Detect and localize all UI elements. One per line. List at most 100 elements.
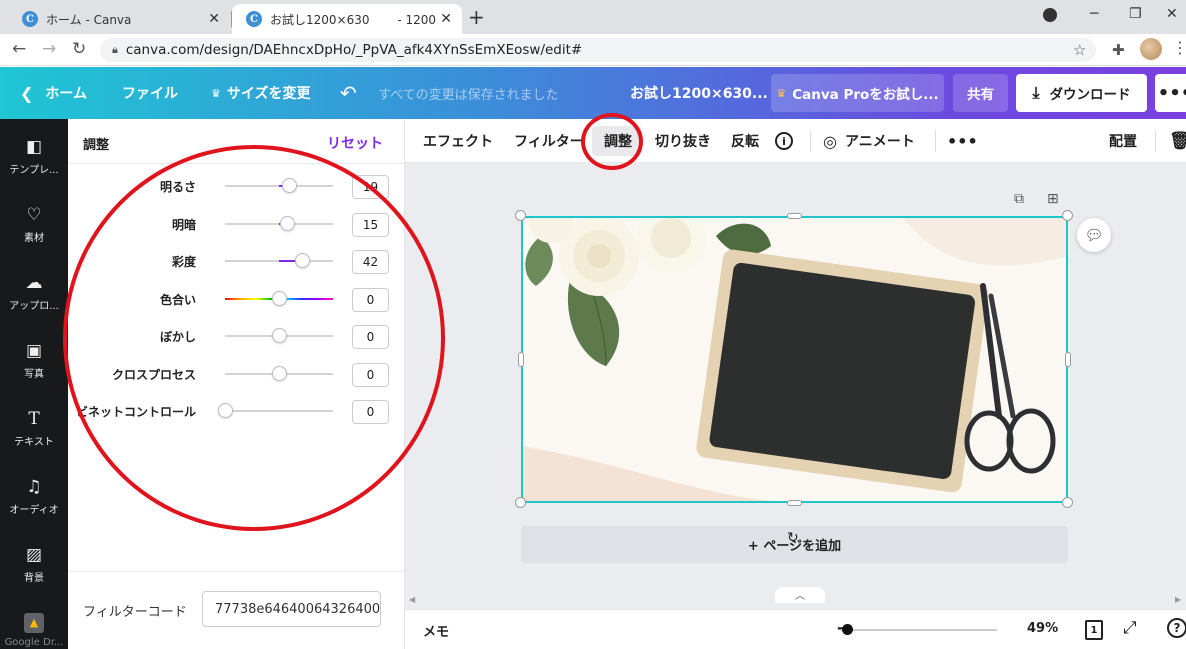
new-tab-button[interactable]: + [468,5,485,29]
try-pro-button[interactable]: ♛ Canva Proをお試し... [771,74,944,112]
image-toolbar: エフェクト フィルター 調整 切り抜き 反転 i ◎ アニメート ••• 配置 … [405,119,1186,163]
resize-button[interactable]: ♛ サイズを変更 [211,67,310,119]
filter-code-input[interactable]: 77738e646400643264000 [202,591,381,627]
template-icon: ◧ [25,137,43,157]
rail-item-uploads[interactable]: ☁ アップロ... [0,263,68,329]
animate-icon: ◎ [823,131,837,151]
extensions-icon[interactable]: ✚ [1112,41,1125,59]
duplicate-page-icon[interactable]: ⧉ [1014,191,1024,207]
rail-item-elements[interactable]: ♡ 素材 [0,195,68,261]
share-button[interactable]: 共有 [953,74,1008,112]
close-tab-icon[interactable]: ✕ [208,11,220,27]
fullscreen-icon[interactable]: ⤢ [1123,618,1137,638]
rail-item-templates[interactable]: ◧ テンプレ... [0,127,68,193]
add-page-icon[interactable]: ⊞ [1047,191,1059,207]
toolbar-divider [810,130,811,152]
browser-tab-bar: C ホーム - Canva ✕ C お試し1200×630 - 1200 ✕ +… [0,0,1186,34]
window-close-icon[interactable]: ✕ [1166,6,1178,22]
canva-favicon-icon: C [246,11,262,27]
scroll-left-icon[interactable]: ◀ [409,595,415,604]
rail-item-google-drive[interactable]: ▲ Google Dr... [0,603,68,649]
zoom-level[interactable]: 49% [1027,621,1058,636]
panel-title: 調整 [83,138,110,153]
file-menu-button[interactable]: ファイル [122,67,178,119]
rotate-icon[interactable]: ↻ [787,530,799,546]
resize-handle[interactable] [518,352,524,367]
rail-item-text[interactable]: T テキスト [0,399,68,465]
browser-tab-home[interactable]: C ホーム - Canva ✕ [8,4,230,34]
home-button[interactable]: ❮ ホーム [20,67,87,119]
restore-icon[interactable]: ❐ [1129,6,1142,22]
animate-button[interactable]: ◎ アニメート [823,119,915,163]
minimize-icon[interactable]: ─ [1090,6,1098,22]
document-title[interactable]: お試し1200×630... [630,83,768,103]
rail-label: 背景 [24,573,44,584]
flip-button[interactable]: 反転 [731,119,759,163]
annotation-circle-adjust-tab [581,113,643,170]
rail-item-photos[interactable]: ▣ 写真 [0,331,68,397]
audio-icon: ♫ [26,477,42,497]
tab-search-icon[interactable] [1043,8,1057,22]
zoom-slider-knob[interactable] [842,624,854,635]
rail-label: アップロ... [9,301,59,312]
rail-item-audio[interactable]: ♫ オーディオ [0,467,68,533]
upload-icon: ☁ [25,273,43,293]
divider [68,571,405,572]
resize-handle[interactable] [787,500,802,506]
resize-handle[interactable] [1062,210,1073,221]
horizontal-scrollbar[interactable]: ◀ ▶ ︿ [405,587,1186,609]
zoom-slider[interactable] [841,624,997,635]
try-pro-label: Canva Proをお試し... [792,87,939,103]
resize-handle[interactable] [515,497,526,508]
resize-handle[interactable] [787,213,802,219]
tab-title: ホーム - Canva [46,12,132,27]
selection-frame [521,216,1068,503]
crown-icon: ♛ [211,86,221,100]
more-tools-icon[interactable]: ••• [947,119,978,163]
forward-icon[interactable]: → [42,39,56,59]
info-icon[interactable]: i [775,119,793,163]
bookmark-star-icon[interactable]: ☆ [1073,41,1086,59]
more-options-button[interactable]: ••• [1155,74,1186,112]
animate-label: アニメート [844,134,915,150]
rail-label: 素材 [24,233,44,244]
home-label: ホーム [45,86,87,102]
side-rail: ◧ テンプレ... ♡ 素材 ☁ アップロ... ▣ 写真 T テキスト ♫ オ… [0,119,68,649]
reload-icon[interactable]: ↻ [72,39,86,59]
profile-avatar[interactable] [1140,38,1162,60]
page-count-button[interactable]: 1 [1085,620,1103,640]
rail-item-background[interactable]: ▨ 背景 [0,535,68,601]
save-status: すべての変更は保存されました [378,88,559,103]
address-bar-row: ← → ↻ 🔒︎ canva.com/design/DAEhncxDpHo/_P… [0,34,1186,66]
filter-code-label: フィルターコード [83,605,187,620]
position-button[interactable]: 配置 [1109,119,1137,163]
close-tab-icon[interactable]: ✕ [440,11,452,27]
resize-handle[interactable] [1062,497,1073,508]
reset-button[interactable]: リセット [327,133,383,153]
resize-handle[interactable] [515,210,526,221]
notes-button[interactable]: メモ [423,621,449,640]
trash-icon[interactable]: 🗑︎ [1169,119,1186,163]
expand-notes-icon[interactable]: ︿ [775,587,825,603]
download-button[interactable]: ⤓ ダウンロード [1016,74,1147,112]
browser-menu-icon[interactable]: ⋮ [1172,38,1186,57]
scroll-right-icon[interactable]: ▶ [1175,595,1181,604]
url-field[interactable]: 🔒︎ canva.com/design/DAEhncxDpHo/_PpVA_af… [100,38,1096,62]
rail-label: テンプレ... [9,165,59,176]
annotation-circle-adjust-panel [63,145,445,531]
resize-handle[interactable] [1065,352,1071,367]
browser-tab-design[interactable]: C お試し1200×630 - 1200 ✕ [232,4,462,34]
effects-button[interactable]: エフェクト [423,119,493,163]
download-label: ダウンロード [1049,87,1131,103]
rail-label: Google Dr... [4,637,64,648]
rail-label: テキスト [14,437,54,448]
add-comment-icon[interactable]: 💬︎ [1077,218,1111,252]
filter-button[interactable]: フィルター [514,119,584,163]
help-icon[interactable]: ? [1167,618,1186,638]
download-icon: ⤓ [1032,83,1040,102]
crop-button[interactable]: 切り抜き [655,119,711,163]
text-icon: T [28,409,40,429]
chevron-left-icon: ❮ [20,83,34,103]
back-icon[interactable]: ← [12,39,26,59]
undo-icon[interactable]: ↶ [340,67,357,119]
